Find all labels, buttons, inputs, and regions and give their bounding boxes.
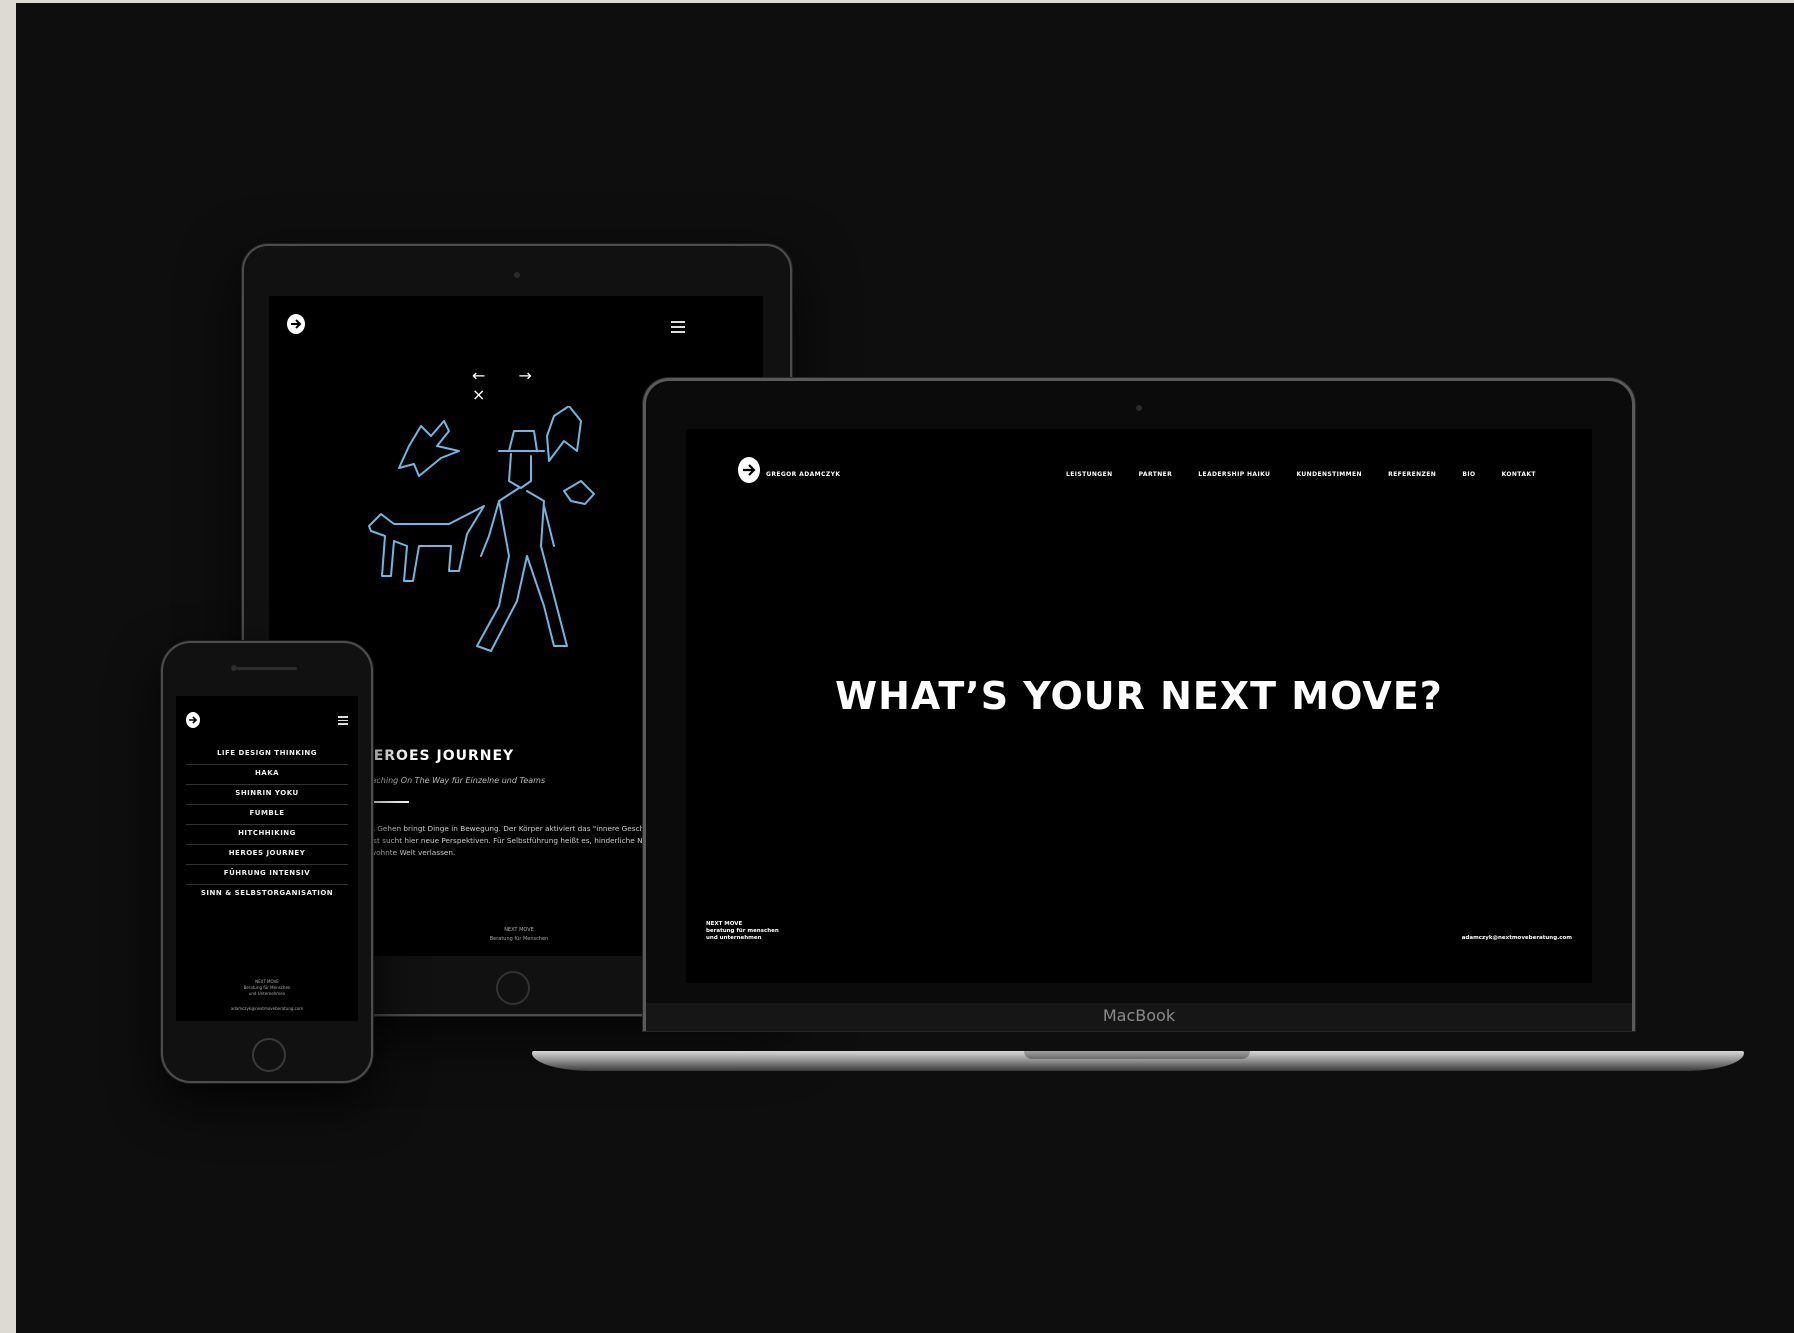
nav-item-kontakt[interactable]: KONTAKT bbox=[1502, 471, 1536, 478]
hamburger-menu-icon[interactable] bbox=[671, 321, 685, 336]
laptop-screen: GREGOR ADAMCZYK LEISTUNGEN PARTNER LEADE… bbox=[686, 429, 1592, 983]
nav-item-bio[interactable]: BIO bbox=[1462, 471, 1475, 478]
brand-name[interactable]: GREGOR ADAMCZYK bbox=[766, 471, 840, 478]
laptop-footer: NEXT MOVE beratung für menschen und unte… bbox=[706, 921, 779, 942]
footer-tagline-2: und Unternehmen bbox=[248, 991, 286, 996]
phone-menu: LIFE DESIGN THINKING HAKA SHINRIN YOKU F… bbox=[186, 745, 348, 904]
tablet-home-button[interactable] bbox=[496, 971, 530, 1005]
phone-home-button[interactable] bbox=[252, 1038, 286, 1072]
footer-email-link[interactable]: adamczyk@nextmoveberatung.com bbox=[206, 1006, 328, 1011]
hamburger-menu-icon[interactable] bbox=[338, 716, 348, 727]
hero-headline: WHAT’S YOUR NEXT MOVE? bbox=[835, 674, 1443, 718]
laptop-notch bbox=[1024, 1051, 1250, 1059]
menu-item[interactable]: LIFE DESIGN THINKING bbox=[186, 745, 348, 765]
menu-item[interactable]: SHINRIN YOKU bbox=[186, 785, 348, 805]
phone-device: LIFE DESIGN THINKING HAKA SHINRIN YOKU F… bbox=[161, 641, 373, 1083]
menu-item[interactable]: FUMBLE bbox=[186, 805, 348, 825]
scene-background: ← → × HEROES JOURNEY Coaching On The Way… bbox=[16, 3, 1794, 1333]
site-logo-icon[interactable] bbox=[738, 457, 760, 483]
menu-item[interactable]: FÜHRUNG INTENSIV bbox=[186, 865, 348, 885]
phone-speaker bbox=[237, 667, 297, 670]
footer-tagline-2: und unternehmen bbox=[706, 935, 762, 941]
laptop-camera bbox=[1136, 405, 1142, 411]
footer-company: NEXT MOVE bbox=[504, 927, 534, 933]
page-title: HEROES JOURNEY bbox=[361, 748, 515, 764]
menu-item[interactable]: HITCHHIKING bbox=[186, 825, 348, 845]
footer-tagline: beratung für menschen bbox=[706, 928, 779, 934]
walking-man-illustration bbox=[368, 406, 595, 652]
site-logo-icon[interactable] bbox=[287, 314, 305, 334]
tablet-footer: NEXT MOVE Beratung für Menschen bbox=[459, 926, 579, 944]
main-nav: LEISTUNGEN PARTNER LEADERSHIP HAIKU KUND… bbox=[1066, 471, 1536, 478]
footer-tagline: Beratung für Menschen bbox=[489, 936, 549, 942]
footer-email-link[interactable]: adamczyk@nextmoveberatung.com bbox=[1462, 935, 1572, 941]
phone-footer: NEXT MOVE Beratung für Menschen und Unte… bbox=[216, 979, 318, 997]
site-logo-icon[interactable] bbox=[186, 712, 200, 728]
laptop-device: GREGOR ADAMCZYK LEISTUNGEN PARTNER LEADE… bbox=[643, 378, 1635, 1031]
phone-screen: LIFE DESIGN THINKING HAKA SHINRIN YOKU F… bbox=[176, 696, 358, 1021]
nav-item-referenzen[interactable]: REFERENZEN bbox=[1388, 471, 1436, 478]
nav-item-leadership-haiku[interactable]: LEADERSHIP HAIKU bbox=[1198, 471, 1270, 478]
footer-company: NEXT MOVE bbox=[706, 921, 743, 927]
nav-item-leistungen[interactable]: LEISTUNGEN bbox=[1066, 471, 1113, 478]
tablet-camera bbox=[514, 272, 520, 278]
nav-item-kundenstimmen[interactable]: KUNDENSTIMMEN bbox=[1296, 471, 1361, 478]
slider-controls[interactable]: ← → × bbox=[472, 366, 552, 404]
device-label: MacBook bbox=[1102, 1006, 1176, 1025]
page-subtitle: Coaching On The Way für Einzelne und Tea… bbox=[361, 776, 546, 785]
nav-item-partner[interactable]: PARTNER bbox=[1139, 471, 1172, 478]
menu-item[interactable]: HEROES JOURNEY bbox=[186, 845, 348, 865]
menu-item[interactable]: HAKA bbox=[186, 765, 348, 785]
menu-item[interactable]: SINN & SELBSTORGANISATION bbox=[186, 885, 348, 904]
